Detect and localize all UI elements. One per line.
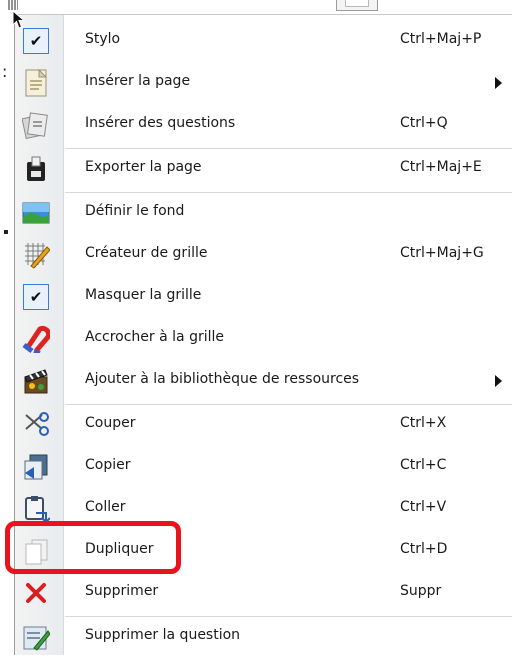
menu-item-supprimer[interactable]: Supprimer Suppr: [15, 572, 512, 614]
copy-icon: [21, 452, 51, 482]
delete-question-icon: [21, 622, 51, 652]
paste-icon: [21, 494, 51, 524]
menu-item-shortcut: Ctrl+C: [400, 457, 447, 473]
magnet-icon: [21, 324, 51, 354]
menu-item-label: Stylo: [85, 31, 121, 47]
menu-item-shortcut: Ctrl+Q: [400, 115, 448, 131]
insert-page-icon: [21, 68, 51, 98]
menu-item-label: Insérer des questions: [85, 115, 236, 131]
menu-item-label: Créateur de grille: [85, 245, 208, 261]
menu-item-label: Coller: [85, 499, 126, 515]
insert-questions-icon: [21, 110, 51, 140]
menu-item-masquer-la-grille[interactable]: ✔ Masquer la grille: [15, 276, 512, 318]
menu-item-shortcut: Ctrl+Maj+E: [400, 159, 482, 175]
delete-x-icon: [21, 578, 51, 608]
menu-item-accrocher-a-la-grille[interactable]: Accrocher à la grille: [15, 318, 512, 360]
menu-item-stylo[interactable]: ✔ Stylo Ctrl+Maj+P: [15, 20, 512, 62]
menu-item-label: Couper: [85, 415, 136, 431]
mouse-cursor-icon: [12, 10, 26, 29]
menu-item-createur-de-grille[interactable]: Créateur de grille Ctrl+Maj+G: [15, 234, 512, 276]
grid-creator-icon: [21, 240, 51, 270]
menu-item-label: Définir le fond: [85, 203, 185, 219]
menu-item-shortcut: Ctrl+D: [400, 541, 448, 557]
menu-item-definir-le-fond[interactable]: Définir le fond: [15, 192, 512, 234]
checkmark-icon: ✔: [21, 26, 51, 56]
checkmark-icon: ✔: [21, 282, 51, 312]
menu-item-couper[interactable]: Couper Ctrl+X: [15, 404, 512, 446]
menu-item-label: Supprimer: [85, 583, 159, 599]
scissors-icon: [21, 410, 51, 440]
menu-item-label: Accrocher à la grille: [85, 329, 225, 345]
menu-item-label: Insérer la page: [85, 73, 191, 89]
menu-item-ajouter-a-la-bibliotheque[interactable]: Ajouter à la bibliothèque de ressources: [15, 360, 512, 402]
export-page-icon: [21, 154, 51, 184]
background-toolbar-button[interactable]: [336, 0, 378, 11]
menu-item-copier[interactable]: Copier Ctrl+C: [15, 446, 512, 488]
menu-item-inserer-des-questions[interactable]: Insérer des questions Ctrl+Q: [15, 104, 512, 146]
menu-item-shortcut: Ctrl+X: [400, 415, 447, 431]
menu-item-shortcut: Ctrl+Maj+G: [400, 245, 484, 261]
menu-item-label: Exporter la page: [85, 159, 202, 175]
background-bullet: [4, 230, 8, 234]
submenu-arrow-icon: [495, 77, 502, 89]
background-toolbar-icon: [8, 0, 18, 10]
highlight-annotation: [5, 521, 181, 574]
menu-item-label: Supprimer la question: [85, 627, 241, 643]
menu-item-shortcut: Ctrl+V: [400, 499, 447, 515]
background-colon: :: [2, 62, 8, 81]
menu-item-supprimer-la-question[interactable]: Supprimer la question: [15, 616, 512, 658]
menu-item-label: Ajouter à la bibliothèque de ressources: [85, 371, 360, 387]
menu-item-exporter-la-page[interactable]: Exporter la page Ctrl+Maj+E: [15, 148, 512, 190]
menu-item-shortcut: Ctrl+Maj+P: [400, 31, 482, 47]
background-image-icon: [21, 198, 51, 228]
menu-item-shortcut: Suppr: [400, 583, 442, 599]
submenu-arrow-icon: [495, 375, 502, 387]
menu-item-inserer-la-page[interactable]: Insérer la page: [15, 62, 512, 104]
menu-item-label: Copier: [85, 457, 131, 473]
film-clapper-icon: [21, 366, 51, 396]
menu-item-label: Masquer la grille: [85, 287, 202, 303]
